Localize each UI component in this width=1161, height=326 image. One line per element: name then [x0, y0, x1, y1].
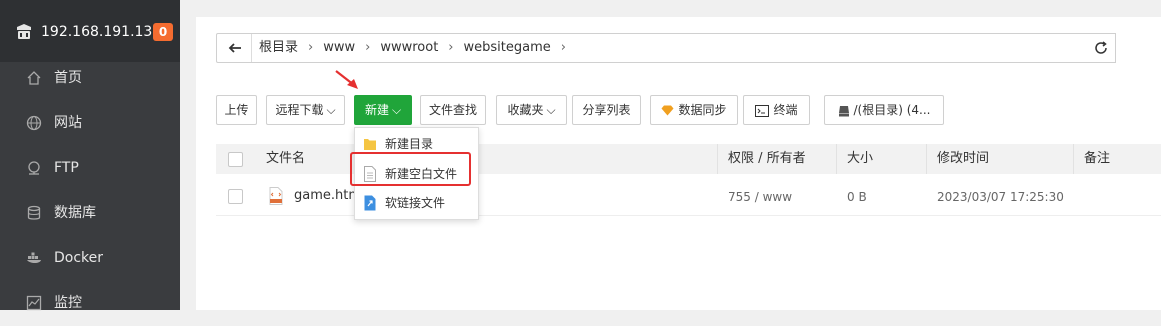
sidebar-item-label: FTP: [54, 160, 79, 176]
refresh-icon: [1095, 41, 1107, 54]
server-logo-icon: [17, 24, 31, 39]
breadcrumb-item-root[interactable]: 根目录: [259, 40, 298, 56]
sidebar-item-label: 网站: [54, 115, 82, 131]
back-button[interactable]: [217, 34, 252, 62]
column-divider: [836, 144, 837, 174]
header-size[interactable]: 大小: [847, 151, 873, 167]
red-arrow-annotation-icon: [335, 70, 358, 89]
database-icon: [27, 205, 41, 220]
refresh-button[interactable]: [1088, 33, 1116, 63]
select-all-checkbox[interactable]: [228, 152, 243, 167]
new-button[interactable]: 新建 ⌵: [354, 95, 412, 125]
breadcrumb: 根目录 › www › wwwroot › websitegame ›: [259, 40, 576, 56]
file-size: 0 B: [847, 190, 867, 204]
path-bar: 根目录 › www › wwwroot › websitegame ›: [216, 33, 1096, 63]
html-file-icon: [269, 187, 283, 205]
chevron-right-icon: ›: [448, 40, 454, 55]
chevron-down-icon: ⌵: [546, 103, 556, 117]
arrow-left-icon: [228, 43, 241, 53]
column-divider: [717, 144, 718, 174]
terminal-button[interactable]: 终端: [743, 95, 810, 125]
chevron-down-icon: ⌵: [326, 103, 336, 117]
globe-icon: [26, 115, 42, 131]
disk-button[interactable]: /(根目录) (4...: [824, 95, 944, 125]
data-sync-button[interactable]: 数据同步: [650, 95, 738, 125]
sidebar-item-label: 数据库: [54, 205, 96, 221]
disk-label: /(根目录) (4...: [853, 103, 931, 117]
header-modified[interactable]: 修改时间: [937, 151, 989, 167]
upload-button[interactable]: 上传: [216, 95, 257, 125]
file-search-button[interactable]: 文件查找: [420, 95, 486, 125]
header-name[interactable]: 文件名: [266, 151, 305, 167]
file-permission[interactable]: 755 / www: [728, 190, 792, 204]
column-divider: [926, 144, 927, 174]
new-label: 新建: [364, 103, 389, 117]
chevron-down-icon: ⌵: [391, 103, 402, 117]
terminal-icon: [755, 104, 770, 117]
remote-download-button[interactable]: 远程下载 ⌵: [266, 95, 345, 125]
data-sync-label: 数据同步: [678, 103, 727, 117]
sidebar-item-label: 监控: [54, 295, 82, 311]
terminal-label: 终端: [773, 103, 798, 117]
monitor-icon: [26, 295, 42, 311]
server-ip: 192.168.191.130: [41, 24, 162, 40]
chevron-right-icon: ›: [365, 40, 371, 55]
symlink-icon: [364, 195, 376, 211]
remote-download-label: 远程下载: [275, 103, 324, 117]
sidebar-item-label: Docker: [54, 250, 104, 266]
header-note: 备注: [1084, 151, 1111, 166]
breadcrumb-item-websitegame[interactable]: websitegame: [464, 40, 551, 56]
ftp-icon: [28, 161, 40, 175]
docker-icon: [27, 252, 41, 263]
share-list-button[interactable]: 分享列表: [572, 95, 641, 125]
share-list-label: 分享列表: [582, 103, 631, 117]
menu-item-symlink[interactable]: 软链接文件: [355, 190, 476, 216]
chevron-right-icon: ›: [560, 40, 566, 55]
file-search-label: 文件查找: [428, 103, 477, 117]
diamond-icon: [661, 105, 674, 116]
home-icon: [27, 71, 41, 85]
sidebar-item-label: 首页: [54, 70, 82, 86]
chevron-right-icon: ›: [308, 40, 314, 55]
file-modified-time: 2023/03/07 17:25:30: [937, 190, 1064, 204]
breadcrumb-item-www[interactable]: www: [323, 40, 355, 56]
sidebar-item-ftp[interactable]: FTP: [0, 147, 180, 191]
row-checkbox[interactable]: [228, 189, 243, 204]
folder-icon: [364, 139, 376, 150]
sidebar-item-docker[interactable]: Docker: [0, 237, 180, 281]
favorites-label: 收藏夹: [507, 103, 544, 117]
server-header: 192.168.191.130 0: [0, 0, 180, 62]
disk-icon: [838, 105, 849, 116]
sidebar-item-home[interactable]: 首页: [0, 57, 180, 101]
sidebar-item-websites[interactable]: 网站: [0, 102, 180, 146]
file-manager-panel: 根目录 › www › wwwroot › websitegame › 上传 远程下载 ⌵ 新建…: [196, 17, 1161, 310]
column-divider: [1073, 144, 1074, 174]
menu-item-label: 新建目录: [385, 137, 434, 151]
menu-item-label: 软链接文件: [385, 196, 446, 210]
notification-badge[interactable]: 0: [153, 23, 173, 41]
sidebar-item-database[interactable]: 数据库: [0, 192, 180, 236]
sidebar: 192.168.191.130 0 首页 网站 FTP 数据库 Docker 监…: [0, 0, 180, 311]
favorites-button[interactable]: 收藏夹 ⌵: [496, 95, 567, 125]
red-highlight-annotation: [350, 152, 471, 186]
upload-label: 上传: [224, 103, 249, 117]
sidebar-item-monitor[interactable]: 监控: [0, 282, 180, 326]
breadcrumb-item-wwwroot[interactable]: wwwroot: [380, 40, 438, 56]
header-permission[interactable]: 权限 / 所有者: [728, 151, 806, 167]
